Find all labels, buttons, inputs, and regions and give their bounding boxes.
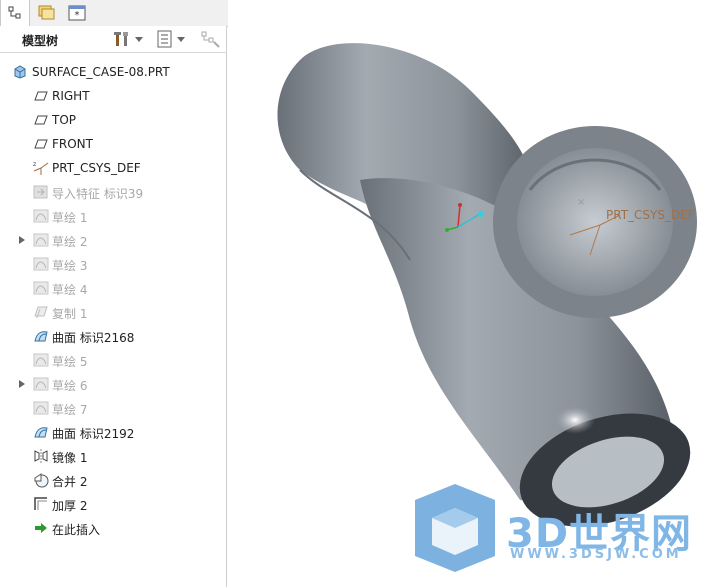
tree-item[interactable]: 在此插入 bbox=[0, 516, 226, 540]
sketch-icon bbox=[33, 376, 49, 392]
tree-item-label: 曲面 标识2168 bbox=[52, 331, 135, 345]
sketch-icon bbox=[33, 256, 49, 272]
tree-item[interactable]: 导入特征 标识39 bbox=[0, 180, 226, 204]
svg-text:*: * bbox=[75, 10, 80, 21]
tree-item-label: 草绘 2 bbox=[52, 235, 88, 249]
tree-item-label: FRONT bbox=[52, 137, 93, 151]
tab-favorites[interactable]: * bbox=[63, 0, 91, 25]
navigator-tabs: * bbox=[0, 0, 228, 27]
list-settings-icon bbox=[157, 30, 172, 48]
datum-plane-icon bbox=[33, 88, 49, 104]
tree-item-label: 草绘 1 bbox=[52, 211, 88, 225]
sketch-icon bbox=[33, 280, 49, 296]
tree-item-label: 草绘 5 bbox=[52, 355, 88, 369]
tree-item[interactable]: 草绘 5 bbox=[0, 348, 226, 372]
folders-icon bbox=[38, 5, 55, 19]
tree-item[interactable]: 曲面 标识2168 bbox=[0, 324, 226, 348]
tree-item-label: 复制 1 bbox=[52, 307, 88, 321]
tree-item[interactable]: 草绘 6 bbox=[0, 372, 226, 396]
tree-item-label: 镜像 1 bbox=[52, 451, 88, 465]
svg-text:z: z bbox=[33, 161, 36, 168]
tree-item[interactable]: 加厚 2 bbox=[0, 492, 226, 516]
datum-plane-icon bbox=[33, 112, 49, 128]
tree-item[interactable]: z PRT_CSYS_DEF bbox=[0, 156, 226, 180]
copy-surface-icon bbox=[33, 304, 49, 320]
tree-item[interactable]: 草绘 3 bbox=[0, 252, 226, 276]
chevron-down-icon bbox=[177, 36, 185, 42]
tree-item[interactable]: 草绘 2 bbox=[0, 228, 226, 252]
tree-item[interactable]: 复制 1 bbox=[0, 300, 226, 324]
tools-icon bbox=[114, 32, 128, 46]
datum-plane-icon bbox=[33, 136, 49, 152]
tree-item[interactable]: RIGHT bbox=[0, 84, 226, 108]
svg-text:×: × bbox=[577, 197, 585, 208]
surface-icon bbox=[33, 328, 49, 344]
sketch-icon bbox=[33, 400, 49, 416]
insert-here-arrow-icon bbox=[33, 520, 49, 536]
merge-icon bbox=[33, 472, 49, 488]
model-tree-title: 模型树 bbox=[22, 34, 59, 48]
tree-item-label: 加厚 2 bbox=[52, 499, 88, 513]
tree-hierarchy-icon bbox=[8, 6, 21, 19]
tree-item[interactable]: TOP bbox=[0, 108, 226, 132]
watermark-logo bbox=[415, 484, 495, 572]
sketch-icon bbox=[33, 232, 49, 248]
tree-item[interactable]: 草绘 1 bbox=[0, 204, 226, 228]
model-tree: SURFACE_CASE-08.PRT RIGHT TOP FRONT z PRT_CS… bbox=[0, 60, 226, 540]
tree-item-label: 合并 2 bbox=[52, 475, 88, 489]
part-model-render: × bbox=[277, 43, 697, 572]
graphics-viewport[interactable]: × PRT_CSYS_DEF 3D世界网 WWW.3DSJW.COM bbox=[228, 0, 715, 587]
expand-arrow-icon[interactable] bbox=[19, 236, 25, 244]
tree-item-label: 在此插入 bbox=[52, 523, 101, 537]
surface-icon bbox=[33, 424, 49, 440]
tree-root-label: SURFACE_CASE-08.PRT bbox=[32, 65, 170, 79]
settings-dropdown-button[interactable] bbox=[113, 30, 143, 48]
model-tree-toolbar: 模型树 bbox=[0, 26, 226, 53]
tree-item-label: 草绘 4 bbox=[52, 283, 88, 297]
tree-item-label: RIGHT bbox=[52, 89, 90, 103]
show-dropdown-button[interactable] bbox=[157, 30, 185, 48]
tree-item-label: 草绘 7 bbox=[52, 403, 88, 417]
tree-item[interactable]: 合并 2 bbox=[0, 468, 226, 492]
tree-item-label: 草绘 6 bbox=[52, 379, 88, 393]
tree-item[interactable]: 草绘 4 bbox=[0, 276, 226, 300]
tree-item[interactable]: 镜像 1 bbox=[0, 444, 226, 468]
filter-button[interactable] bbox=[201, 30, 221, 48]
thicken-icon bbox=[33, 496, 49, 512]
mirror-icon bbox=[33, 448, 49, 464]
tree-root-part[interactable]: SURFACE_CASE-08.PRT bbox=[0, 60, 226, 84]
tree-item[interactable]: 草绘 7 bbox=[0, 396, 226, 420]
tree-item-label: PRT_CSYS_DEF bbox=[52, 161, 141, 175]
model-tree-panel: 模型树 SURFACE_CASE-08.PRT RIGHT TOP FRONT … bbox=[0, 26, 227, 587]
tree-item[interactable]: FRONT bbox=[0, 132, 226, 156]
tree-filter-icon bbox=[201, 31, 220, 48]
import-feature-icon bbox=[33, 184, 49, 200]
tab-model-tree[interactable] bbox=[0, 0, 30, 26]
asterisk-window-icon: * bbox=[68, 5, 86, 21]
tab-folder-browser[interactable] bbox=[33, 0, 61, 25]
tree-item-label: TOP bbox=[52, 113, 77, 127]
sketch-icon bbox=[33, 352, 49, 368]
csys-icon: z bbox=[33, 160, 49, 176]
part-icon bbox=[12, 64, 28, 80]
tree-item[interactable]: 曲面 标识2192 bbox=[0, 420, 226, 444]
chevron-down-icon bbox=[135, 36, 143, 42]
sketch-icon bbox=[33, 208, 49, 224]
tree-item-label: 导入特征 标识39 bbox=[52, 187, 144, 201]
expand-arrow-icon[interactable] bbox=[19, 380, 25, 388]
csys-label: PRT_CSYS_DEF bbox=[606, 208, 695, 222]
tree-item-label: 草绘 3 bbox=[52, 259, 88, 273]
tree-item-label: 曲面 标识2192 bbox=[52, 427, 135, 441]
watermark-url: WWW.3DSJW.COM bbox=[510, 547, 682, 562]
